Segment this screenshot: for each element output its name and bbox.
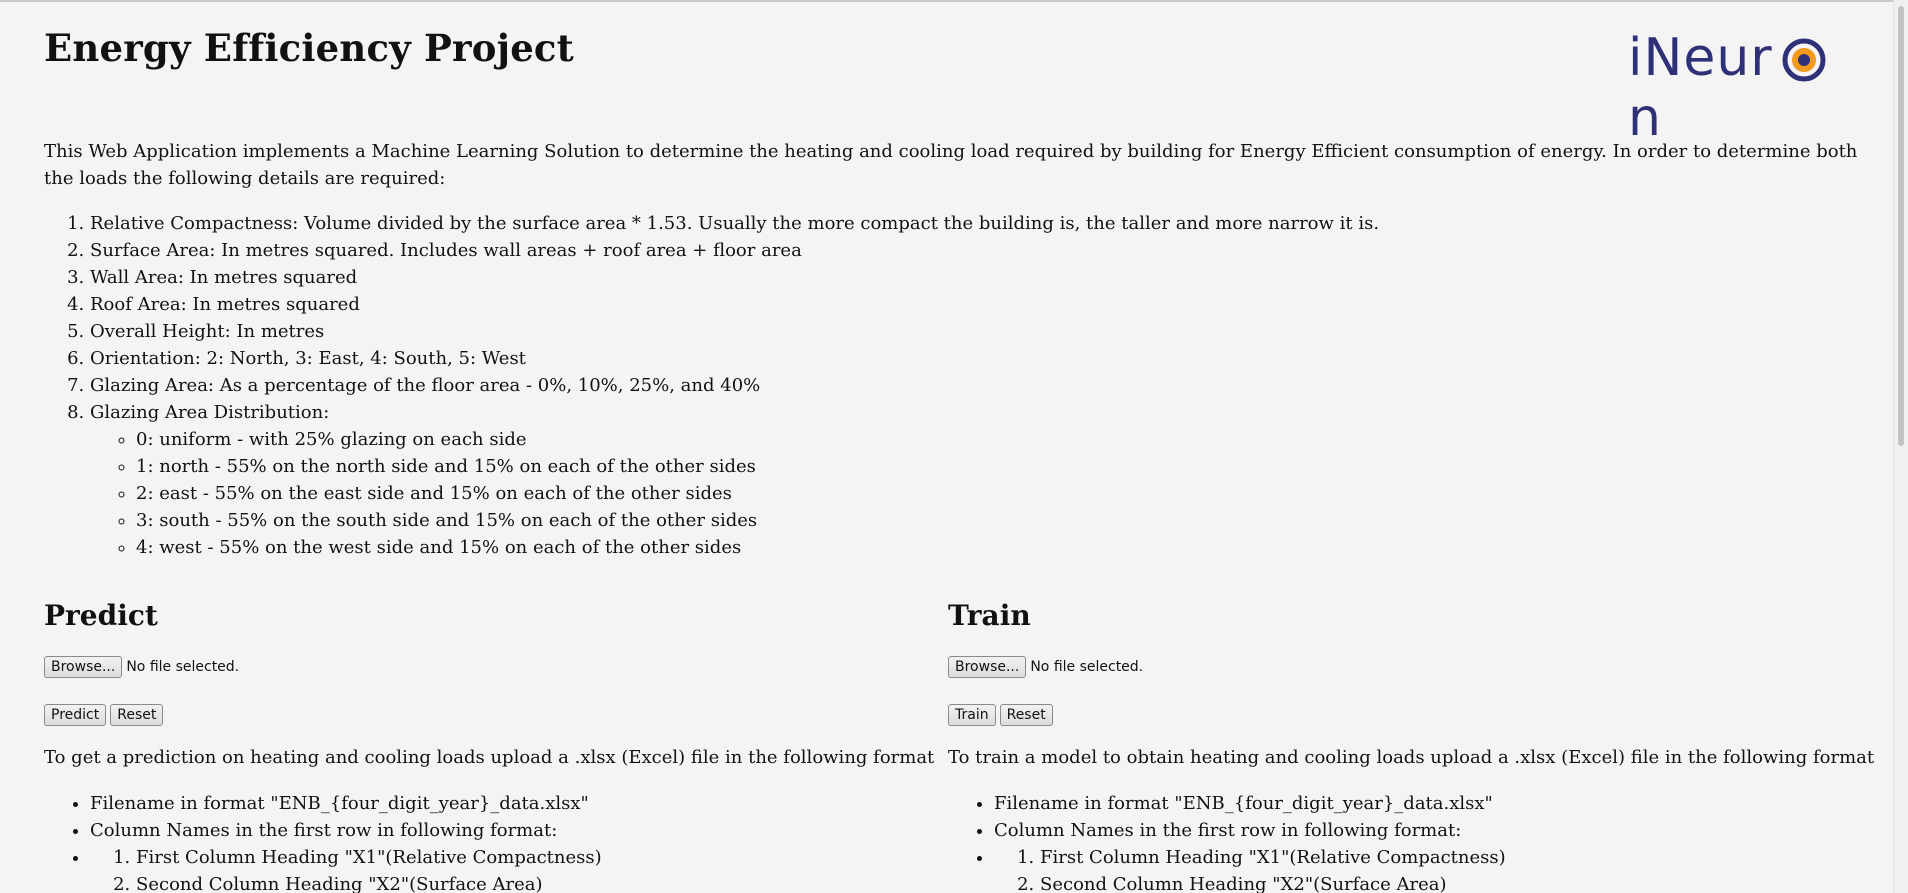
- predict-button-row: Predict Reset: [44, 701, 164, 728]
- train-column-item: First Column Heading "X1"(Relative Compa…: [1040, 844, 1506, 871]
- predict-column-item: Second Column Heading "X2"(Surface Area): [136, 871, 602, 893]
- distribution-item: 0: uniform - with 25% glazing on each si…: [136, 426, 1379, 453]
- distribution-list: 0: uniform - with 25% glazing on each si…: [90, 426, 1379, 561]
- vertical-scrollbar[interactable]: [1893, 0, 1908, 893]
- train-columns-item: Column Names in the first row in followi…: [994, 817, 1506, 844]
- predict-filename-item: Filename in format "ENB_{four_digit_year…: [90, 790, 602, 817]
- ineuron-logo: iNeurn: [1628, 28, 1852, 148]
- predict-browse-button[interactable]: Browse...: [44, 656, 123, 678]
- predict-description: To get a prediction on heating and cooli…: [44, 747, 935, 768]
- details-list: Relative Compactness: Volume divided by …: [44, 210, 1379, 561]
- train-filename-item: Filename in format "ENB_{four_digit_year…: [994, 790, 1506, 817]
- distribution-label: Glazing Area Distribution:: [90, 402, 330, 423]
- train-columns-list-item: First Column Heading "X1"(Relative Compa…: [994, 844, 1506, 893]
- details-item: Relative Compactness: Volume divided by …: [90, 210, 1379, 237]
- scrollbar-thumb[interactable]: [1898, 6, 1904, 446]
- train-section: Train Browse... No file selected. Train Re…: [948, 596, 1874, 893]
- intro-paragraph: This Web Application implements a Machin…: [44, 141, 1858, 189]
- distribution-item: 4: west - 55% on the west side and 15% o…: [136, 534, 1379, 561]
- logo-text-start: iNeur: [1628, 28, 1773, 88]
- predict-columns-list-item: First Column Heading "X1"(Relative Compa…: [90, 844, 602, 893]
- details-item: Orientation: 2: North, 3: East, 4: South…: [90, 345, 1379, 372]
- train-columns-list: First Column Heading "X1"(Relative Compa…: [994, 844, 1506, 893]
- predict-format-list: Filename in format "ENB_{four_digit_year…: [44, 790, 602, 893]
- train-column-item: Second Column Heading "X2"(Surface Area): [1040, 871, 1506, 893]
- predict-column-item: First Column Heading "X1"(Relative Compa…: [136, 844, 602, 871]
- predict-reset-button[interactable]: Reset: [110, 704, 164, 726]
- details-item: Roof Area: In metres squared: [90, 291, 1379, 318]
- logo-o-icon: [1782, 38, 1826, 82]
- details-item: Glazing Area: As a percentage of the flo…: [90, 372, 1379, 399]
- train-heading: Train: [948, 599, 1031, 632]
- train-reset-button[interactable]: Reset: [999, 704, 1053, 726]
- train-file-input[interactable]: Browse... No file selected.: [948, 656, 1143, 678]
- predict-columns-list: First Column Heading "X1"(Relative Compa…: [90, 844, 602, 893]
- train-file-status: No file selected.: [1030, 659, 1144, 675]
- train-format-list: Filename in format "ENB_{four_digit_year…: [948, 790, 1506, 893]
- details-item-distribution: Glazing Area Distribution: 0: uniform - …: [90, 399, 1379, 561]
- predict-columns-item: Column Names in the first row in followi…: [90, 817, 602, 844]
- distribution-item: 2: east - 55% on the east side and 15% o…: [136, 480, 1379, 507]
- predict-file-input[interactable]: Browse... No file selected.: [44, 656, 239, 678]
- train-button[interactable]: Train: [948, 704, 996, 726]
- predict-file-status: No file selected.: [126, 659, 240, 675]
- predict-heading: Predict: [44, 599, 158, 632]
- train-description: To train a model to obtain heating and c…: [948, 747, 1875, 768]
- predict-section: Predict Browse... No file selected. Predi…: [44, 596, 934, 893]
- predict-button[interactable]: Predict: [44, 704, 107, 726]
- page-title: Energy Efficiency Project: [44, 26, 574, 70]
- train-browse-button[interactable]: Browse...: [948, 656, 1027, 678]
- details-item: Surface Area: In metres squared. Include…: [90, 237, 1379, 264]
- distribution-item: 3: south - 55% on the south side and 15%…: [136, 507, 1379, 534]
- details-item: Overall Height: In metres: [90, 318, 1379, 345]
- details-item: Wall Area: In metres squared: [90, 264, 1379, 291]
- distribution-item: 1: north - 55% on the north side and 15%…: [136, 453, 1379, 480]
- train-button-row: Train Reset: [948, 701, 1053, 728]
- page-content: Energy Efficiency Project iNeurn This We…: [0, 0, 1894, 893]
